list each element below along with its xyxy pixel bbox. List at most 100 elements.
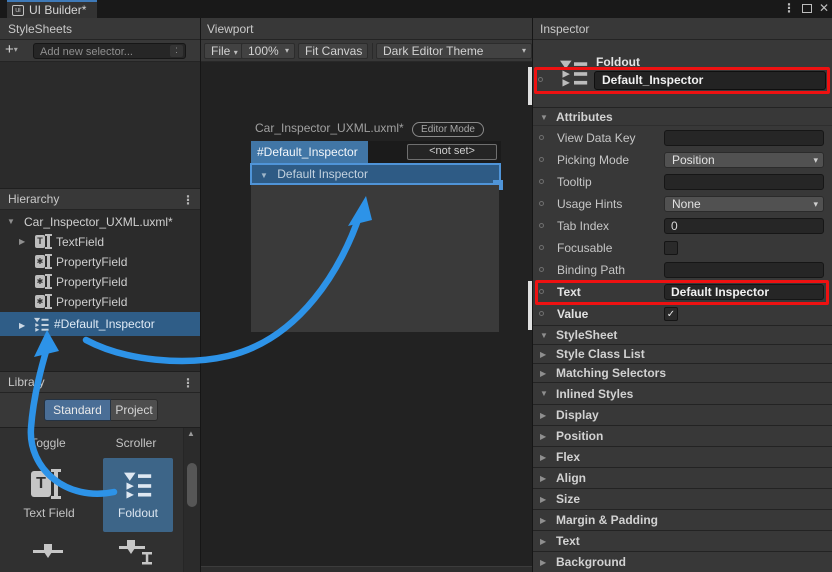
library-menu-icon[interactable]: ⋮: [182, 372, 194, 394]
zoom-dropdown[interactable]: 100%▾: [241, 43, 295, 59]
chevron-down-icon: ▾: [285, 44, 289, 58]
fit-canvas-button[interactable]: Fit Canvas: [298, 43, 368, 59]
viewport-hscrollbar[interactable]: [201, 566, 532, 572]
tab-project[interactable]: Project: [111, 399, 158, 421]
section-position[interactable]: ▶Position: [533, 425, 832, 446]
library-item-text-field[interactable]: T Text Field: [14, 458, 84, 532]
scroll-up-icon[interactable]: ▲: [187, 429, 195, 438]
section-label: Text: [556, 531, 580, 552]
section-matching-selectors[interactable]: ▶Matching Selectors: [533, 363, 832, 382]
foldout-closed-icon: ▶: [540, 345, 546, 364]
section-display[interactable]: ▶Display: [533, 404, 832, 425]
usage-hints-dropdown[interactable]: None▾: [664, 196, 824, 212]
propertyfield-icon: ✱: [35, 295, 52, 308]
window-menu-icon[interactable]: ⋮: [783, 1, 795, 15]
toolbar-separator: [372, 43, 373, 59]
textfield-icon: T: [35, 235, 52, 248]
add-selector-button[interactable]: +▾: [5, 41, 18, 58]
attr-label: Tooltip: [557, 171, 592, 193]
slider-int-icon[interactable]: [117, 537, 155, 565]
slider-icon[interactable]: [31, 541, 65, 563]
foldout-closed-icon: ▶: [540, 426, 546, 447]
stylesheets-title: StyleSheets: [8, 22, 72, 36]
foldout-closed-icon[interactable]: ▶: [19, 314, 25, 338]
scrollbar-thumb[interactable]: [187, 463, 197, 507]
tree-row-default-inspector[interactable]: ▶ #Default_Inspector: [0, 312, 200, 336]
element-name-field[interactable]: Default_Inspector: [594, 71, 826, 90]
attr-label: Binding Path: [557, 259, 625, 281]
section-style-class-list[interactable]: ▶Style Class List: [533, 344, 832, 363]
picking-mode-dropdown[interactable]: Position▾: [664, 152, 824, 168]
tree-row-propertyfield-2[interactable]: ✱ PropertyField: [0, 272, 200, 292]
foldout-closed-icon: ▶: [540, 468, 546, 489]
tree-row-textfield[interactable]: ▶ T TextField: [0, 232, 200, 252]
binding-dot: [539, 267, 544, 272]
section-attributes[interactable]: ▼ Attributes: [533, 107, 832, 126]
foldout-closed-icon[interactable]: ▶: [19, 232, 25, 252]
library-item-foldout[interactable]: Foldout: [103, 458, 173, 532]
section-margin-padding[interactable]: ▶Margin & Padding: [533, 509, 832, 530]
binding-path-field[interactable]: [664, 262, 824, 278]
tooltip-field[interactable]: [664, 174, 824, 190]
section-align[interactable]: ▶Align: [533, 467, 832, 488]
library-item-toggle[interactable]: Toggle: [20, 436, 76, 450]
viewport-panel: Viewport File ▾ 100%▾ Fit Canvas Dark Ed…: [201, 18, 533, 572]
attr-label: Picking Mode: [557, 149, 629, 171]
section-text[interactable]: ▶Text: [533, 530, 832, 551]
library-scrollbar[interactable]: ▲: [183, 428, 200, 572]
foldout-closed-icon: ▶: [540, 405, 546, 426]
foldout-open-icon[interactable]: ▼: [7, 212, 15, 232]
viewport-title: Viewport: [207, 22, 253, 36]
attr-row-view-data-key: View Data Key: [533, 127, 832, 149]
attr-label: Tab Index: [557, 215, 609, 237]
binding-dot: [539, 311, 544, 316]
theme-dropdown[interactable]: Dark Editor Theme▾: [376, 43, 532, 59]
canvas-foldout-row[interactable]: ▼ Default Inspector: [250, 163, 501, 185]
close-icon[interactable]: ✕: [819, 1, 829, 15]
section-stylesheet[interactable]: ▼StyleSheet: [533, 325, 832, 344]
value-checkbox[interactable]: ✓: [664, 307, 678, 321]
canvas-body[interactable]: [251, 185, 499, 332]
tab-index-field[interactable]: 0: [664, 218, 824, 234]
attr-row-usage-hints: Usage Hints None▾: [533, 193, 832, 215]
section-label: Flex: [556, 447, 580, 468]
section-label: Matching Selectors: [556, 364, 666, 383]
section-inlined-styles[interactable]: ▼Inlined Styles: [533, 382, 832, 404]
canvas-foldout-label: Default Inspector: [277, 167, 368, 181]
not-set-dropdown[interactable]: <not set>: [407, 144, 497, 160]
tree-row-propertyfield-1[interactable]: ✱ PropertyField: [0, 252, 200, 272]
chevron-down-icon: ▾: [813, 153, 818, 168]
check-icon: ✓: [667, 309, 675, 320]
tab-title: UI Builder*: [29, 3, 86, 18]
view-data-key-field[interactable]: [664, 130, 824, 146]
tree-row-root[interactable]: ▼ Car_Inspector_UXML.uxml*: [0, 212, 200, 232]
section-background[interactable]: ▶Background: [533, 551, 832, 572]
section-flex[interactable]: ▶Flex: [533, 446, 832, 467]
binding-dot: [539, 157, 544, 162]
hierarchy-menu-icon[interactable]: ⋮: [182, 189, 194, 211]
tree-item-label: PropertyField: [56, 252, 127, 272]
maximize-icon[interactable]: [802, 4, 812, 13]
binding-dot: [539, 135, 544, 140]
editor-mode-badge[interactable]: Editor Mode: [412, 122, 484, 137]
tree-item-label: TextField: [56, 232, 104, 252]
text-field-icon: T: [31, 469, 65, 499]
focusable-checkbox[interactable]: [664, 241, 678, 255]
add-selector-input[interactable]: Add new selector... :: [33, 43, 186, 59]
attr-label: Usage Hints: [557, 193, 622, 215]
selector-pseudo-button[interactable]: :: [170, 45, 183, 57]
hierarchy-tree: ▼ Car_Inspector_UXML.uxml* ▶ T TextField…: [0, 210, 200, 371]
tree-row-propertyfield-3[interactable]: ✱ PropertyField: [0, 292, 200, 312]
library-item-scroller[interactable]: Scroller: [108, 436, 164, 450]
binding-dot: [539, 245, 544, 250]
file-menu-button[interactable]: File ▾: [204, 43, 245, 59]
tab-standard[interactable]: Standard: [44, 399, 111, 421]
section-size[interactable]: ▶Size: [533, 488, 832, 509]
foldout-open-icon[interactable]: ▼: [260, 171, 268, 180]
text-field[interactable]: Default Inspector: [664, 284, 824, 300]
library-tab-bar: Standard Project: [0, 393, 200, 427]
canvas-selected-element-tab[interactable]: #Default_Inspector: [251, 141, 368, 163]
tab-ui-builder[interactable]: ui UI Builder*: [7, 0, 97, 18]
canvas-title[interactable]: Car_Inspector_UXML.uxml*: [255, 121, 404, 135]
attr-label: Focusable: [557, 237, 612, 259]
